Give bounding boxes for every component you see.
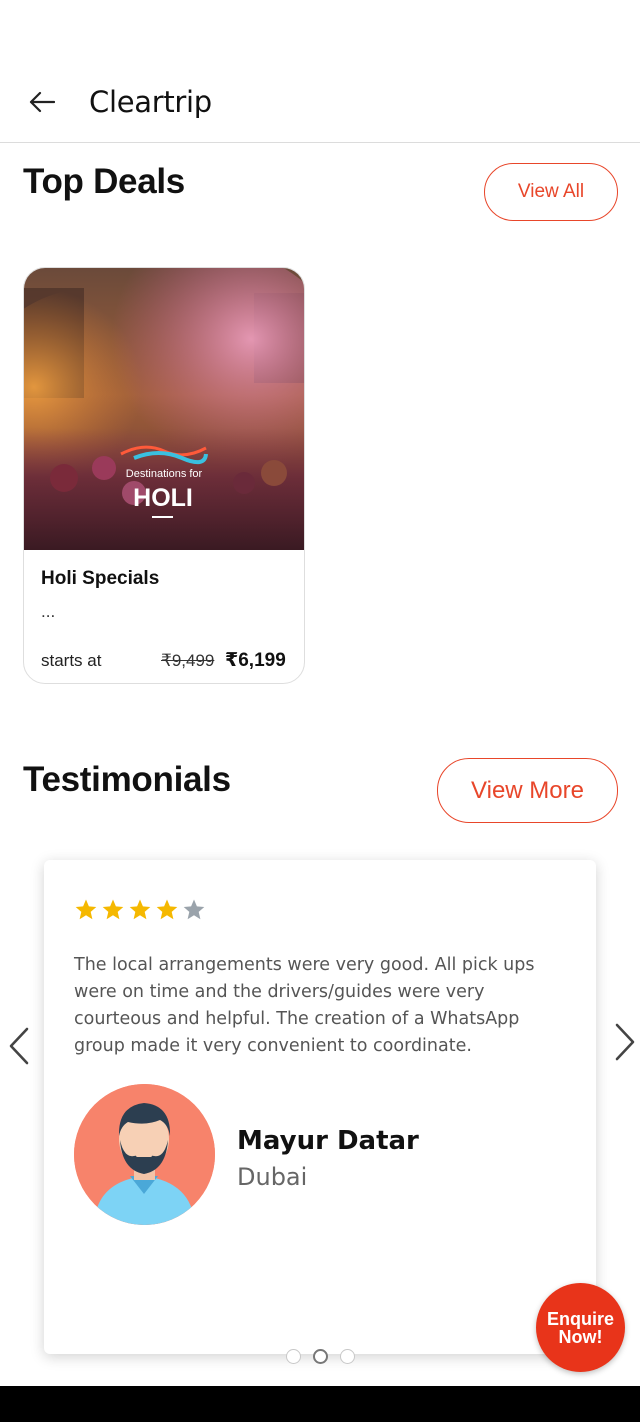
carousel-next-button[interactable] <box>610 1020 640 1064</box>
image-caption-small: Destinations for <box>126 468 203 480</box>
deal-image: Destinations for HOLI <box>24 268 304 550</box>
chevron-left-icon <box>9 1027 29 1065</box>
view-all-button[interactable]: View All <box>484 163 618 221</box>
enquire-label-line1: Enquire <box>546 1308 614 1329</box>
deal-description: ... <box>41 602 56 621</box>
avatar-icon <box>74 1084 215 1225</box>
image-caption-large: HOLI <box>133 484 193 512</box>
star-icon <box>102 899 124 920</box>
pagination-dot[interactable] <box>286 1349 301 1364</box>
star-icon <box>75 899 97 920</box>
pagination-dot[interactable] <box>313 1349 328 1364</box>
reviewer-name: Mayur Datar <box>237 1126 419 1156</box>
avatar <box>74 1084 215 1225</box>
deal-starts-label: starts at <box>41 651 102 670</box>
reviewer-city: Dubai <box>237 1163 308 1191</box>
testimonial-card: The local arrangements were very good. A… <box>44 860 596 1354</box>
app-header: Cleartrip <box>0 62 640 143</box>
deal-old-price: ₹9,499 <box>161 651 215 670</box>
testimonial-text: The local arrangements were very good. A… <box>74 955 535 1056</box>
enquire-label-line2: Now! <box>558 1326 603 1347</box>
star-icon <box>183 899 205 920</box>
carousel-pagination <box>286 1349 355 1364</box>
view-more-button[interactable]: View More <box>437 758 618 823</box>
star-icon <box>129 899 151 920</box>
star-icon <box>156 899 178 920</box>
chevron-right-icon <box>615 1023 635 1061</box>
deal-new-price: ₹6,199 <box>225 650 286 671</box>
back-button[interactable] <box>22 84 62 120</box>
rating-stars <box>74 898 206 922</box>
status-bar-area <box>0 0 640 62</box>
deal-card-holi[interactable]: Destinations for HOLI Holi Specials ... … <box>23 267 305 684</box>
deal-name: Holi Specials <box>41 568 160 589</box>
carousel-prev-button[interactable] <box>4 1024 34 1068</box>
app-title: Cleartrip <box>89 85 212 119</box>
pagination-dot[interactable] <box>340 1349 355 1364</box>
testimonials-title: Testimonials <box>23 760 231 799</box>
enquire-now-button[interactable]: Enquire Now! <box>536 1283 625 1372</box>
top-deals-title: Top Deals <box>23 162 185 201</box>
system-nav-bar <box>0 1386 640 1422</box>
back-arrow-icon <box>29 91 55 113</box>
